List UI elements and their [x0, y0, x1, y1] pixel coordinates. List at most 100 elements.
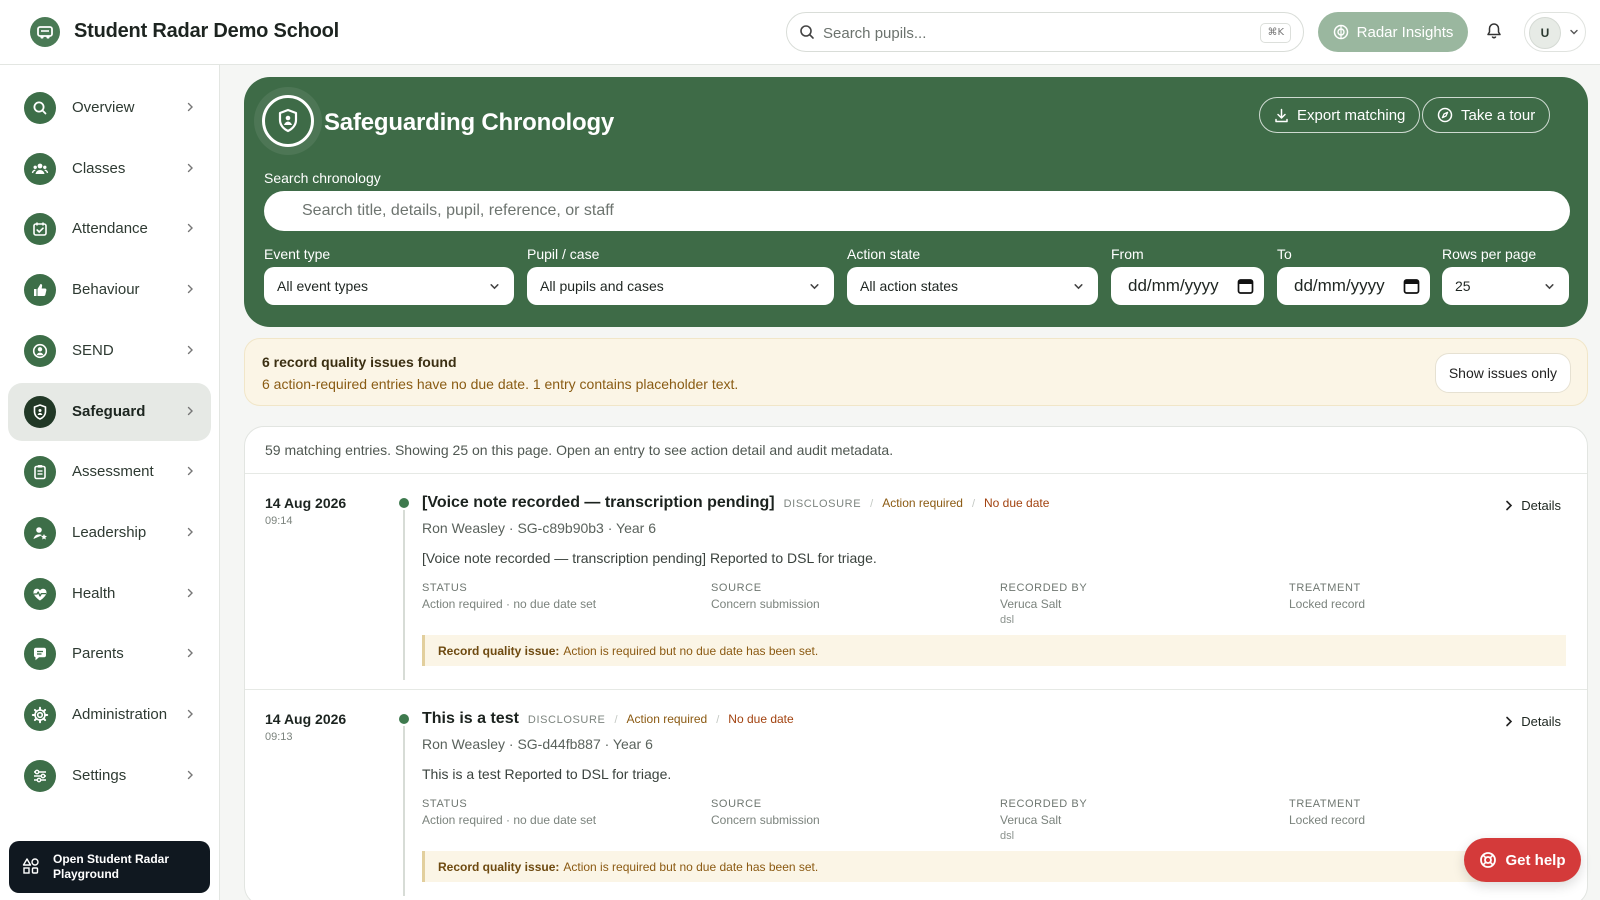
- chevron-right-icon: [187, 649, 193, 658]
- show-issues-only-button[interactable]: Show issues only: [1434, 353, 1571, 393]
- separator: /: [716, 714, 720, 726]
- chevron-right-icon: [1506, 716, 1513, 727]
- quality-issues-notice: 6 record quality issues found 6 action-r…: [244, 338, 1588, 406]
- entry-category: DISCLOSURE: [527, 714, 606, 726]
- chronology-entry[interactable]: 14 Aug 2026 09:14 [Voice note recorded — t…: [245, 474, 1587, 690]
- to-date-value: dd/mm/yyyy: [1294, 276, 1385, 295]
- from-date-input[interactable]: dd/mm/yyyy: [1111, 267, 1264, 305]
- user-menu[interactable]: U: [1524, 12, 1586, 52]
- chevron-right-icon: [187, 406, 193, 415]
- gear-icon: [24, 699, 56, 731]
- sidebar-item-attendance[interactable]: Attendance: [8, 200, 211, 258]
- chevron-down-icon: [1545, 284, 1554, 290]
- to-date-input[interactable]: dd/mm/yyyy: [1277, 267, 1430, 305]
- sidebar-item-settings[interactable]: Settings: [8, 747, 211, 805]
- school-logo-icon[interactable]: [30, 17, 60, 47]
- radar-insights-button[interactable]: Radar Insights: [1318, 12, 1468, 52]
- calendar-icon[interactable]: [1403, 277, 1420, 295]
- chevron-right-icon: [187, 527, 193, 537]
- open-playground-button[interactable]: Open Student Radar Playground: [9, 841, 210, 893]
- entry-category: DISCLOSURE: [783, 498, 862, 510]
- action-state-select[interactable]: All action states: [847, 267, 1098, 305]
- sidebar-item-label: Overview: [72, 99, 135, 116]
- sidebar-item-classes[interactable]: Classes: [8, 140, 211, 198]
- person-circle-icon: [24, 334, 56, 367]
- event-type-label: Event type: [264, 246, 331, 262]
- sliders-icon: [24, 759, 56, 792]
- radar-icon: [1333, 24, 1348, 40]
- lifebuoy-icon: [1480, 852, 1497, 868]
- meta-value: Concern submission: [711, 813, 820, 827]
- sidebar-item-label: Attendance: [72, 220, 148, 238]
- take-tour-button[interactable]: Take a tour: [1422, 97, 1551, 133]
- timeline-dot: [399, 714, 409, 724]
- separator: /: [614, 714, 618, 726]
- sidebar-item-label: SEND: [72, 341, 114, 359]
- entry-body: This is a test Reported to DSL for triag…: [422, 766, 672, 782]
- user-star-icon: [24, 516, 56, 549]
- separator: /: [870, 498, 874, 510]
- entry-date: 14 Aug 2026: [265, 711, 347, 727]
- meta-key: TREATMENT: [1289, 798, 1361, 810]
- chronology-search-input[interactable]: [264, 191, 1570, 231]
- meta-value: Action required · no due date set: [422, 813, 597, 827]
- sidebar-item-behaviour[interactable]: Behaviour: [8, 261, 211, 319]
- pupil-search-input[interactable]: [823, 22, 1243, 44]
- record-quality-issue: Record quality issue: Action is required …: [422, 851, 1566, 882]
- entry-title[interactable]: [Voice note recorded — transcription pen…: [422, 494, 775, 512]
- take-tour-label: Take a tour: [1461, 106, 1536, 124]
- sidebar-item-overview[interactable]: Overview: [8, 79, 211, 137]
- chronology-entry[interactable]: 14 Aug 2026 09:13 This is a test DISCLOSURE…: [245, 690, 1587, 900]
- compass-icon: [1437, 107, 1453, 123]
- pupil-case-select[interactable]: All pupils and cases: [527, 267, 834, 305]
- meta-key: STATUS: [422, 582, 468, 594]
- notice-text: 6 action-required entries have no due da…: [262, 376, 739, 392]
- sidebar-item-leadership[interactable]: Leadership: [8, 504, 211, 562]
- entry-title[interactable]: This is a test: [422, 710, 519, 728]
- sidebar-item-assessment[interactable]: Assessment: [8, 443, 211, 501]
- sidebar-item-administration[interactable]: Administration: [8, 686, 211, 744]
- playground-label: Open Student Radar Playground: [53, 852, 170, 881]
- details-button[interactable]: Details: [1505, 714, 1561, 729]
- sidebar-item-label: Leadership: [72, 523, 147, 541]
- sidebar-item-label: Safeguard: [72, 402, 146, 420]
- event-type-select[interactable]: All event types: [264, 267, 514, 305]
- sidebar-item-parents[interactable]: Parents: [8, 625, 211, 683]
- issue-text: Action is required but no due date has b…: [563, 643, 819, 658]
- status-meta: STATUS Action required · no due date set: [422, 582, 596, 611]
- sidebar-item-label: Administration: [72, 706, 168, 723]
- chevron-right-icon: [187, 284, 193, 294]
- recorded-by-meta: RECORDED BY Veruca Salt dsl: [1000, 798, 1087, 842]
- notice-title: 6 record quality issues found: [262, 354, 457, 370]
- meta-key: RECORDED BY: [1000, 798, 1088, 810]
- bell-icon[interactable]: [1486, 22, 1502, 40]
- details-button[interactable]: Details: [1505, 498, 1561, 513]
- record-quality-issue: Record quality issue: Action is required …: [422, 635, 1566, 666]
- users-icon: [24, 152, 56, 185]
- list-summary: 59 matching entries. Showing 25 on this …: [265, 442, 894, 458]
- meta-key: STATUS: [422, 798, 468, 810]
- action-state-label: Action state: [847, 246, 921, 262]
- calendar-icon[interactable]: [1237, 277, 1254, 295]
- pupil-search[interactable]: ⌘K: [786, 12, 1304, 52]
- shapes-icon: [22, 858, 39, 874]
- action-required-tag: Action required: [882, 496, 963, 510]
- treatment-meta: TREATMENT Locked record: [1289, 798, 1365, 827]
- chevron-right-icon: [187, 102, 193, 112]
- top-bar: Student Radar Demo School ⌘K Radar Insig…: [0, 0, 1600, 65]
- chevron-right-icon: [187, 224, 193, 233]
- separator: /: [971, 498, 975, 510]
- action-required-tag: Action required: [626, 712, 708, 726]
- sidebar-item-health[interactable]: Health: [8, 565, 211, 623]
- chevron-down-icon: [1570, 29, 1578, 35]
- sidebar-item-safeguard[interactable]: Safeguard: [8, 382, 211, 441]
- timeline-line: [403, 726, 405, 896]
- search-icon: [800, 25, 814, 39]
- export-matching-button[interactable]: Export matching: [1259, 97, 1421, 133]
- get-help-button[interactable]: Get help: [1464, 838, 1581, 882]
- sidebar-item-send[interactable]: SEND: [8, 322, 211, 380]
- rows-per-page-select[interactable]: 25: [1442, 267, 1569, 305]
- issue-label: Record quality issue:: [438, 859, 560, 874]
- shield-badge-icon: [262, 95, 314, 147]
- details-label: Details: [1521, 714, 1561, 729]
